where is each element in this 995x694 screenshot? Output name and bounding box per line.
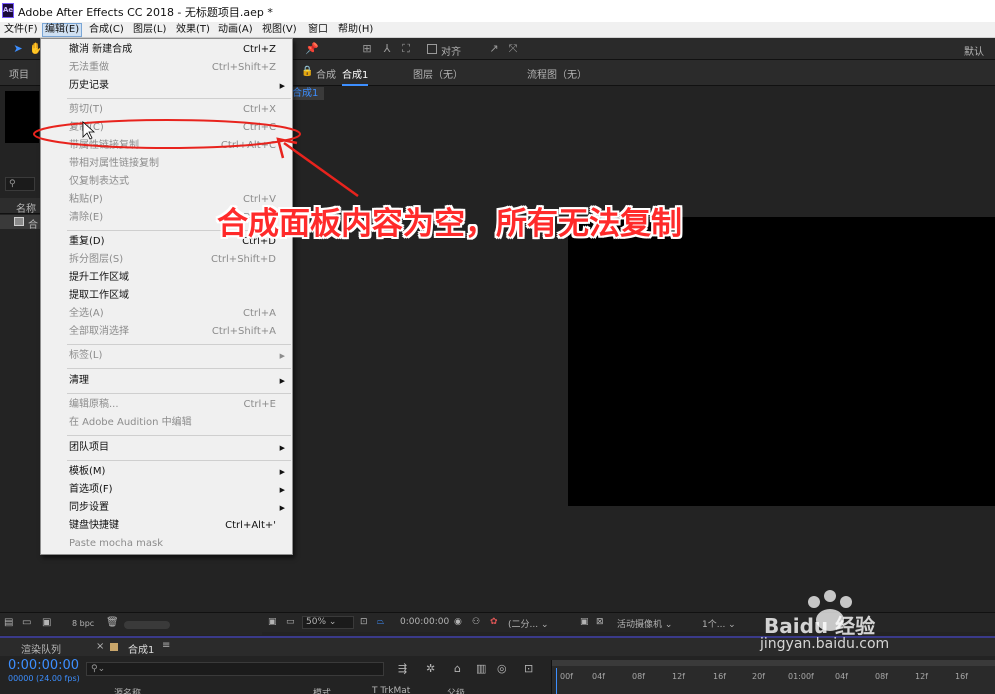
- view-layout-select[interactable]: 1个... ⌄: [702, 617, 752, 630]
- ruler-label: 16f: [713, 672, 726, 681]
- col-mode[interactable]: 模式: [313, 686, 331, 694]
- ruler-label: 00f: [560, 672, 573, 681]
- camera-snapshot-icon[interactable]: ◉: [454, 617, 462, 627]
- color-channel-icon[interactable]: ✿: [490, 617, 498, 627]
- ruler-label: 12f: [672, 672, 685, 681]
- timeline-comp-tab[interactable]: 合成1: [128, 641, 154, 656]
- close-tab-icon[interactable]: ×: [96, 641, 104, 652]
- show-channel-icon[interactable]: ⚇: [472, 617, 480, 627]
- comp-color-swatch: [110, 643, 118, 651]
- ruler-label: 16f: [955, 672, 968, 681]
- mouse-cursor-icon: [82, 121, 96, 140]
- frame-blending-icon[interactable]: ▥: [476, 662, 486, 675]
- highlight-ellipse: [33, 119, 301, 149]
- camera-select[interactable]: 活动摄像机 ⌄: [617, 617, 695, 630]
- region-of-interest-icon[interactable]: ▣: [580, 617, 589, 627]
- resolution-select[interactable]: (二分... ⌄: [508, 617, 572, 630]
- col-parent[interactable]: 父级: [447, 686, 465, 694]
- safe-margins-icon[interactable]: ⏢: [377, 617, 384, 627]
- timeline-fps: 00000 (24.00 fps): [8, 674, 80, 683]
- render-queue-tab[interactable]: 渲染队列: [21, 641, 61, 656]
- playhead[interactable]: [556, 668, 557, 694]
- col-source-name[interactable]: 源名称: [114, 686, 141, 694]
- baidu-watermark: Baidu 经验 jingyan.baidu.com: [760, 588, 960, 668]
- ruler-label: 04f: [592, 672, 605, 681]
- timeline-search-input[interactable]: ⚲⌄: [86, 662, 384, 676]
- ruler-label: 12f: [915, 672, 928, 681]
- col-trkmat[interactable]: T TrkMat: [372, 686, 410, 694]
- motion-blur-icon[interactable]: ◎: [497, 662, 507, 675]
- ruler-label: 08f: [875, 672, 888, 681]
- timeline-timecode[interactable]: 0:00:00:00: [8, 658, 79, 673]
- zoom-select[interactable]: 50% ⌄: [302, 616, 354, 629]
- draft-3d-icon[interactable]: ✲: [426, 662, 435, 675]
- ruler-label: 04f: [835, 672, 848, 681]
- annotation-arrow-shaft: [283, 141, 359, 198]
- ruler-label: 01:00f: [788, 672, 814, 681]
- watermark-url: jingyan.baidu.com: [760, 636, 890, 652]
- comp-mini-flowchart-icon[interactable]: ⇶: [398, 662, 407, 675]
- fit-icon[interactable]: ⊡: [360, 617, 368, 627]
- annotation-text: 合成面板内容为空，所有无法复制: [217, 206, 682, 242]
- snapshot-icon: ▣: [268, 617, 277, 627]
- graph-editor-icon[interactable]: ⊡: [524, 662, 533, 675]
- current-time[interactable]: 0:00:00:00: [400, 617, 449, 627]
- transparency-grid-icon[interactable]: ⊠: [596, 617, 604, 627]
- toggle-mask-icon: ▭: [286, 617, 295, 627]
- panel-menu-icon[interactable]: ≡: [162, 640, 170, 651]
- ruler-label: 08f: [632, 672, 645, 681]
- watermark-brand: Baidu 经验: [764, 614, 876, 638]
- shy-layers-icon[interactable]: ⌂: [454, 662, 461, 675]
- ruler-label: 20f: [752, 672, 765, 681]
